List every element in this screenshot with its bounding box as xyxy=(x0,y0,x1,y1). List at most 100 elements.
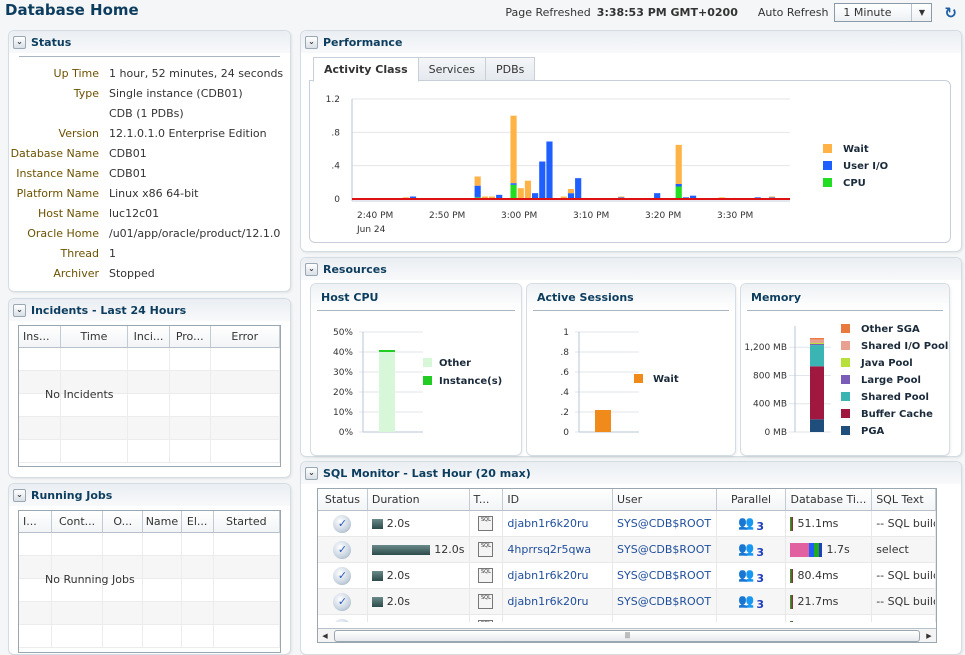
auto-refresh-select[interactable]: 1 Minute ▼ xyxy=(834,3,933,22)
bar-wait[interactable] xyxy=(560,196,567,199)
status-panel-header[interactable]: ⌄ Status xyxy=(9,31,290,53)
bar-instances[interactable] xyxy=(379,350,395,352)
user-link[interactable]: SYS@CDB$ROOT xyxy=(617,595,711,608)
empty-cell xyxy=(170,348,211,370)
table-row[interactable]: ✓ 2.0s SQL djabn1r6k20ru SYS@CDB$ROOT 👥 3 80.4m… xyxy=(318,563,936,589)
parallel-count-link[interactable]: 3 xyxy=(756,598,764,611)
table-row[interactable]: ✓ 2.0s SQL djabn1r6k20ru SYS@CDB$ROOT 👥 9.2s --… xyxy=(318,615,936,622)
column-header[interactable]: Name xyxy=(143,511,182,532)
bar-javapool[interactable] xyxy=(810,342,824,345)
parallel-count-link[interactable]: 3 xyxy=(756,546,764,559)
bar-sharedpool[interactable] xyxy=(810,345,824,367)
performance-panel-header[interactable]: ⌄ Performance xyxy=(301,31,961,53)
user-link[interactable]: SYS@CDB$ROOT xyxy=(617,569,711,582)
bar-userio[interactable] xyxy=(575,178,582,199)
sql-id-link[interactable]: djabn1r6k20ru xyxy=(507,569,588,582)
table-cell: 51.1ms xyxy=(786,511,873,536)
table-row[interactable]: ✓ 12.0s SQL 4hprrsq2r5qwa SYS@CDB$ROOT 👥 3 1.7s… xyxy=(318,537,936,563)
user-link[interactable]: SYS@CDB$ROOT xyxy=(617,621,711,622)
horizontal-scrollbar[interactable]: ◀ ||||| ▶ xyxy=(318,628,936,642)
column-header[interactable]: Parallel xyxy=(717,489,787,510)
status-label: Database Name xyxy=(10,146,99,160)
tab-activity-class[interactable]: Activity Class xyxy=(313,57,419,82)
collapse-icon[interactable]: ⌄ xyxy=(13,303,26,317)
bar-wait[interactable] xyxy=(567,189,575,194)
empty-cell xyxy=(182,556,214,578)
database-time-value: 1.7s xyxy=(826,543,850,556)
column-header[interactable]: Error xyxy=(211,326,280,347)
column-header[interactable]: O... xyxy=(103,511,144,532)
bar-buffercache[interactable] xyxy=(810,366,824,420)
bar-userio[interactable] xyxy=(539,161,546,200)
bar-largepool[interactable] xyxy=(810,344,824,346)
column-header[interactable]: ID xyxy=(503,489,614,510)
column-header[interactable]: T... xyxy=(470,489,504,510)
bar-userio[interactable] xyxy=(546,141,553,200)
bar-wait[interactable] xyxy=(481,196,488,199)
parallel-count-link[interactable]: 3 xyxy=(756,520,764,533)
sql-id-link[interactable]: 4hprrsq2r5qwa xyxy=(507,543,591,556)
column-header[interactable]: Ins... xyxy=(19,326,61,347)
bar-sharediopool[interactable] xyxy=(810,339,824,343)
collapse-icon[interactable]: ⌄ xyxy=(13,35,26,49)
column-header[interactable]: Inci... xyxy=(128,326,170,347)
memory-title: Memory xyxy=(741,284,949,310)
bar-wait[interactable] xyxy=(675,144,682,184)
bar-userio[interactable] xyxy=(510,183,517,185)
column-header[interactable]: SQL Text xyxy=(872,489,936,510)
collapse-icon[interactable]: ⌄ xyxy=(305,35,318,49)
column-header[interactable]: Status xyxy=(318,489,368,510)
sql-id-link[interactable]: djabn1r6k20ru xyxy=(507,621,588,622)
user-link[interactable]: SYS@CDB$ROOT xyxy=(617,543,711,556)
collapse-icon[interactable]: ⌄ xyxy=(13,488,26,502)
x-tick-label: 3:00 PM xyxy=(501,211,537,221)
bar-pga[interactable] xyxy=(810,419,824,432)
resources-panel-header[interactable]: ⌄ Resources xyxy=(301,258,961,280)
column-header[interactable]: I... xyxy=(19,511,52,532)
running-jobs-table-body xyxy=(19,533,280,648)
tab-pdbs[interactable]: PDBs xyxy=(485,57,536,81)
column-header[interactable]: Duration xyxy=(368,489,470,510)
bar-wait[interactable] xyxy=(768,196,776,198)
column-header[interactable]: Started xyxy=(214,511,280,532)
dropdown-arrow-icon[interactable]: ▼ xyxy=(911,4,931,21)
bar-cpu[interactable] xyxy=(675,186,682,200)
parallel-count-link[interactable]: 3 xyxy=(756,572,764,585)
column-header[interactable]: Time xyxy=(61,326,129,347)
bar-wait[interactable] xyxy=(517,188,524,199)
user-link[interactable]: SYS@CDB$ROOT xyxy=(617,517,711,530)
tab-services[interactable]: Services xyxy=(417,57,487,81)
x-tick-label: 2:50 PM xyxy=(429,211,465,221)
incidents-panel-header[interactable]: ⌄ Incidents - Last 24 Hours xyxy=(9,299,290,321)
collapse-icon[interactable]: ⌄ xyxy=(305,466,318,480)
column-header[interactable]: El... xyxy=(182,511,214,532)
sql-id-link[interactable]: djabn1r6k20ru xyxy=(507,517,588,530)
running-jobs-panel-header[interactable]: ⌄ Running Jobs xyxy=(9,484,290,506)
refresh-icon[interactable]: ↻ xyxy=(944,4,957,22)
bar-cpu[interactable] xyxy=(510,184,517,199)
table-cell: select xyxy=(872,537,936,562)
bar-othersga[interactable] xyxy=(810,338,824,340)
column-header[interactable]: Database Ti... xyxy=(786,489,873,510)
table-row[interactable]: ✓ 2.0s SQL djabn1r6k20ru SYS@CDB$ROOT 👥 3 21.7m… xyxy=(318,589,936,615)
empty-cell xyxy=(128,348,170,370)
bar-userio[interactable] xyxy=(675,184,682,187)
collapse-icon[interactable]: ⌄ xyxy=(305,262,318,276)
scroll-right-icon[interactable]: ▶ xyxy=(922,629,936,643)
bar-wait[interactable] xyxy=(595,410,611,432)
bar-wait[interactable] xyxy=(618,196,625,198)
table-row[interactable]: ✓ 2.0s SQL djabn1r6k20ru SYS@CDB$ROOT 👥 3 51.1m… xyxy=(318,511,936,537)
bar-userio[interactable] xyxy=(474,185,481,198)
column-header[interactable]: Cont... xyxy=(52,511,104,532)
bar-wait[interactable] xyxy=(524,180,532,199)
scroll-left-icon[interactable]: ◀ xyxy=(318,629,332,643)
sql-monitor-panel-header[interactable]: ⌄ SQL Monitor - Last Hour (20 max) xyxy=(301,462,961,484)
column-header[interactable]: User xyxy=(613,489,717,510)
bar-wait[interactable] xyxy=(510,115,517,184)
sql-id-link[interactable]: djabn1r6k20ru xyxy=(507,595,588,608)
bar-other[interactable] xyxy=(379,352,395,432)
scrollbar-thumb[interactable]: ||||| xyxy=(334,629,920,642)
column-header[interactable]: Pro... xyxy=(170,326,211,347)
bar-wait[interactable] xyxy=(488,196,496,199)
bar-wait[interactable] xyxy=(474,176,481,186)
